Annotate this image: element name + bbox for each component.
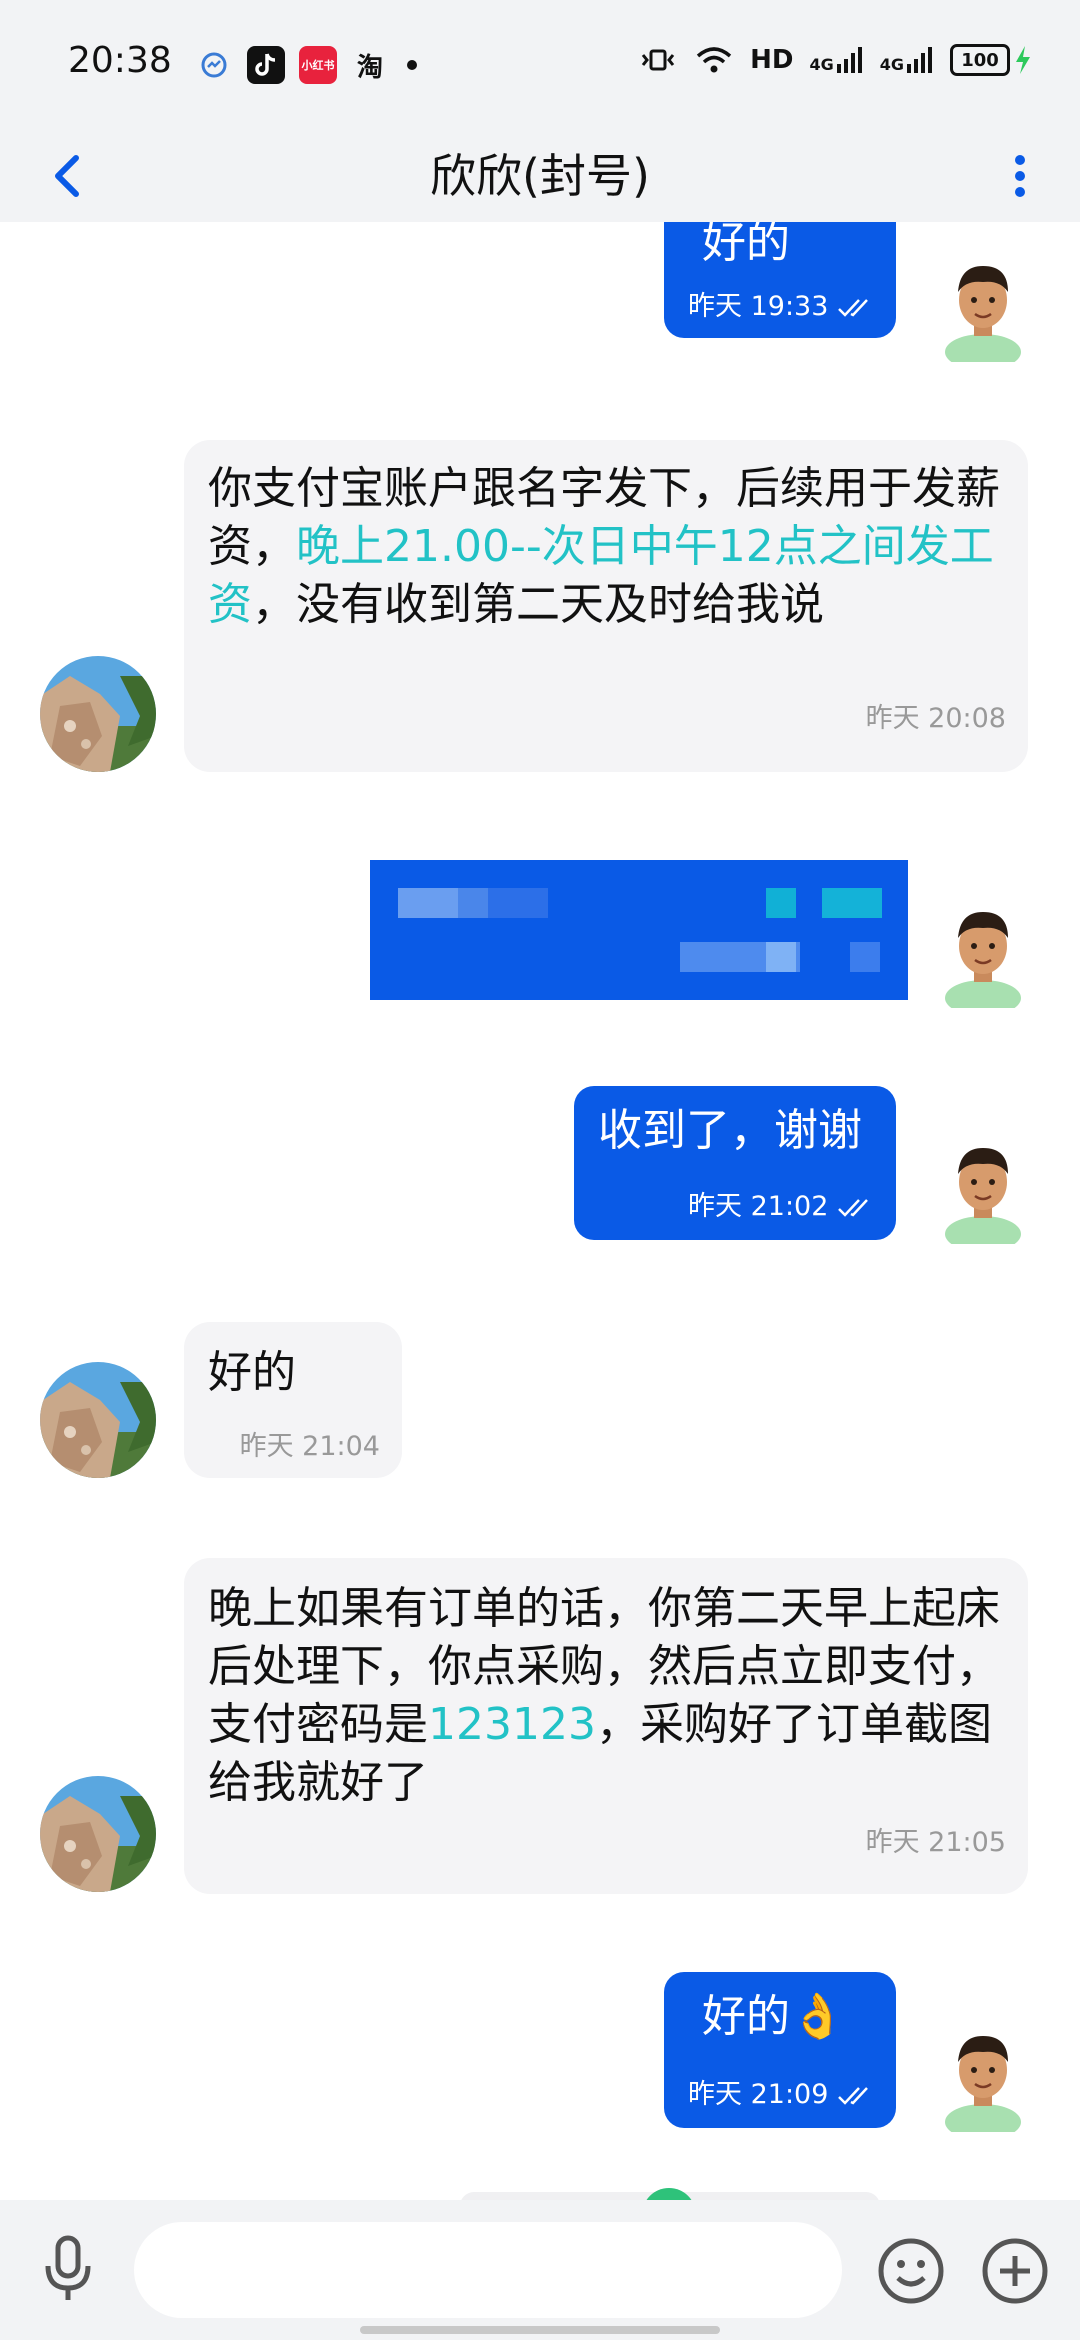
chat-title: 欣欣(封号) [430, 149, 650, 203]
incoming-message[interactable]: 你支付宝账户跟名字发下，后续用于发薪资，晚上21.00--次日中午12点之间发工… [184, 440, 1028, 772]
vibrate-icon [641, 49, 675, 71]
contact-avatar[interactable] [40, 656, 156, 772]
my-avatar-image [945, 1148, 1021, 1252]
signal-bars-icon [836, 47, 862, 73]
signal-1: 4G [809, 46, 863, 74]
battery-indicator: 100 [950, 44, 1032, 76]
highlighted-text: 123123 [428, 1699, 596, 1750]
pixel-block [458, 888, 488, 918]
signal-bars-icon [907, 47, 932, 73]
tiktok-icon [247, 46, 285, 84]
contact-avatar[interactable] [40, 1776, 156, 1892]
contact-avatar-image [40, 1776, 156, 1892]
wifi-icon [696, 47, 732, 73]
pixel-block [766, 942, 796, 972]
outgoing-image-message[interactable] [370, 860, 908, 1000]
xiaohongshu-icon: 小红书 [299, 46, 337, 84]
outgoing-message[interactable]: 收到了，谢谢 昨天 21:02 [574, 1086, 896, 1240]
my-avatar[interactable] [928, 898, 1038, 1016]
message-text: 好的 [208, 1347, 296, 1398]
pixel-block [398, 888, 458, 918]
status-right: HD 4G 4G 100 [638, 44, 1032, 76]
my-avatar[interactable] [928, 252, 1038, 370]
contact-avatar[interactable] [40, 1362, 156, 1478]
chat-message-list[interactable]: 好的 昨天 19:33 你支付宝账户跟名字发下，后续用于发薪资，晚上21.00-… [0, 222, 1080, 2200]
more-notifications-dot [407, 60, 417, 70]
network-label: HD [750, 45, 794, 75]
outgoing-message[interactable]: 好的👌 昨天 21:09 [664, 1972, 896, 2128]
incoming-message[interactable]: 好的 昨天 21:04 [184, 1322, 402, 1478]
message-time: 昨天 21:04 [239, 1431, 380, 1462]
message-input-bar [0, 2200, 1080, 2340]
my-avatar-image [945, 266, 1021, 370]
status-app-icons: 小红书 淘 [195, 46, 417, 84]
signal-2: 4G [880, 46, 934, 74]
contact-avatar-image [40, 1362, 156, 1478]
message-text: 收到了，谢谢 [598, 1105, 862, 1156]
pixel-block [850, 942, 880, 972]
contact-avatar-image [40, 656, 156, 772]
outgoing-message[interactable]: 好的 昨天 19:33 [664, 222, 896, 338]
my-avatar-image [945, 2036, 1021, 2140]
message-time: 昨天 20:08 [865, 703, 1006, 734]
message-text: 你支付宝账户跟名字发下，后续用于发薪资，晚上21.00--次日中午12点之间发工… [208, 463, 1000, 630]
pixel-block [766, 888, 796, 918]
message-time: 昨天 21:09 [688, 2072, 877, 2111]
add-attachment-icon[interactable] [980, 2236, 1050, 2306]
microphone-icon[interactable] [36, 2234, 100, 2306]
charging-icon [1016, 46, 1030, 74]
message-time: 昨天 21:02 [688, 1184, 877, 1223]
status-time: 20:38 [68, 40, 172, 81]
my-avatar-image [945, 912, 1021, 1016]
read-receipt-icon [838, 2086, 868, 2105]
read-receipt-icon [838, 298, 868, 317]
incoming-message[interactable]: 晚上如果有订单的话，你第二天早上起床后处理下，你点采购，然后点立即支付，支付密码… [184, 1558, 1028, 1894]
more-options-icon[interactable] [1000, 130, 1040, 222]
message-text: 晚上如果有订单的话，你第二天早上起床后处理下，你点采购，然后点立即支付，支付密码… [208, 1583, 1000, 1808]
message-time: 昨天 21:05 [865, 1827, 1006, 1858]
chat-header: 欣欣(封号) [0, 130, 1080, 222]
message-text: 好的👌 [702, 1991, 845, 2042]
message-input[interactable] [134, 2222, 842, 2318]
pixel-block [488, 888, 548, 918]
taobao-icon: 淘 [356, 52, 383, 83]
message-text: 好的 [702, 222, 790, 268]
read-receipt-icon [838, 1198, 868, 1217]
my-avatar[interactable] [928, 2022, 1038, 2140]
message-time: 昨天 19:33 [688, 284, 877, 323]
emoji-icon[interactable] [876, 2236, 946, 2306]
messenger-icon [195, 46, 233, 84]
pixel-block [822, 888, 882, 918]
home-indicator[interactable] [360, 2326, 720, 2334]
my-avatar[interactable] [928, 1134, 1038, 1252]
battery-level: 100 [950, 44, 1010, 76]
status-bar: 20:38 小红书 淘 HD 4G 4G 100 [0, 0, 1080, 130]
